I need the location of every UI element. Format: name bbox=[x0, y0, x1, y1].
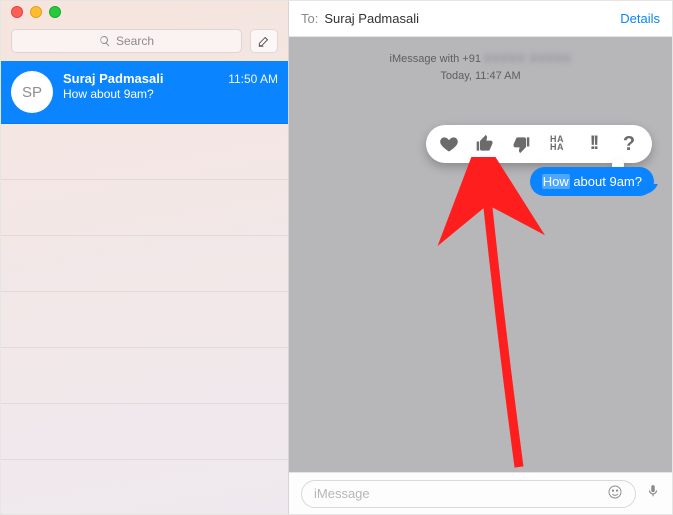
close-window-button[interactable] bbox=[11, 6, 23, 18]
thread-meta-line2: Today, 11:47 AM bbox=[440, 70, 520, 82]
message-text: about 9am? bbox=[570, 174, 642, 189]
window-controls bbox=[1, 1, 288, 23]
heart-icon bbox=[439, 134, 459, 154]
redacted-number: XXXXX XXXXX bbox=[484, 53, 571, 65]
tapback-thumbs-up-button[interactable] bbox=[474, 133, 496, 155]
compose-icon bbox=[257, 34, 271, 48]
tapback-question-button[interactable]: ? bbox=[618, 133, 640, 155]
conversation-list: SP Suraj Padmasali 11:50 AM How about 9a… bbox=[1, 61, 288, 514]
mic-icon bbox=[646, 482, 660, 500]
list-item bbox=[1, 180, 288, 236]
message-bubble-outgoing[interactable]: How about 9am? bbox=[530, 167, 654, 196]
list-item bbox=[1, 404, 288, 460]
thumbs-up-icon bbox=[475, 134, 495, 154]
conversation-pane: To: Suraj Padmasali Details iMessage wit… bbox=[289, 1, 672, 514]
smiley-icon bbox=[607, 484, 623, 500]
conversation-item[interactable]: SP Suraj Padmasali 11:50 AM How about 9a… bbox=[1, 61, 288, 124]
thread-header: iMessage with +91 XXXXX XXXXX Today, 11:… bbox=[289, 37, 672, 84]
list-item bbox=[1, 124, 288, 180]
conversation-name: Suraj Padmasali bbox=[63, 71, 163, 86]
minimize-window-button[interactable] bbox=[30, 6, 42, 18]
list-item bbox=[1, 236, 288, 292]
search-input[interactable]: Search bbox=[11, 29, 242, 53]
tapback-heart-button[interactable] bbox=[438, 133, 460, 155]
messages-window: Search SP Suraj Padmasali 11:50 AM How a… bbox=[0, 0, 673, 515]
tapback-popup: HA HA !! ? bbox=[426, 125, 652, 163]
to-name: Suraj Padmasali bbox=[324, 11, 419, 26]
tapback-thumbs-down-button[interactable] bbox=[510, 133, 532, 155]
list-item bbox=[1, 292, 288, 348]
message-text-highlight: How bbox=[542, 174, 570, 189]
message-input[interactable]: iMessage bbox=[301, 480, 636, 508]
conversation-body: Suraj Padmasali 11:50 AM How about 9am? bbox=[63, 71, 278, 113]
sidebar: Search SP Suraj Padmasali 11:50 AM How a… bbox=[1, 1, 289, 514]
to-bar: To: Suraj Padmasali Details bbox=[289, 1, 672, 37]
message-thread: iMessage with +91 XXXXX XXXXX Today, 11:… bbox=[289, 37, 672, 472]
list-item bbox=[1, 348, 288, 404]
tapback-exclaim-button[interactable]: !! bbox=[582, 133, 604, 155]
zoom-window-button[interactable] bbox=[49, 6, 61, 18]
emoji-button[interactable] bbox=[607, 484, 623, 503]
annotation-arrow bbox=[389, 157, 649, 472]
search-placeholder: Search bbox=[116, 34, 154, 48]
input-bar: iMessage bbox=[289, 472, 672, 514]
details-button[interactable]: Details bbox=[620, 11, 660, 26]
mic-button[interactable] bbox=[646, 482, 660, 505]
avatar: SP bbox=[11, 71, 53, 113]
thread-meta-line1: iMessage with +91 bbox=[390, 53, 484, 65]
compose-button[interactable] bbox=[250, 29, 278, 53]
message-input-placeholder: iMessage bbox=[314, 486, 370, 501]
to-label: To: bbox=[301, 11, 318, 26]
search-icon bbox=[99, 35, 111, 47]
conversation-time: 11:50 AM bbox=[228, 72, 278, 86]
search-row: Search bbox=[1, 23, 288, 61]
thumbs-down-icon bbox=[511, 134, 531, 154]
tapback-haha-button[interactable]: HA HA bbox=[546, 133, 568, 155]
conversation-preview: How about 9am? bbox=[63, 87, 278, 101]
